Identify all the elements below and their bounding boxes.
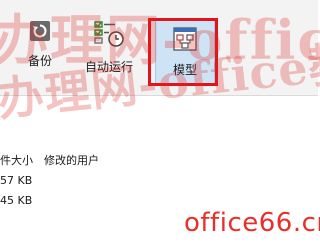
column-header-size[interactable]: 件大小 [0, 152, 33, 168]
column-header-modified-by[interactable]: 修改的用户 [44, 152, 99, 168]
row-size-cell: 57 KB [0, 174, 33, 187]
brand-watermark: office66.cn [184, 208, 320, 238]
row-size-cell: 45 KB [0, 194, 33, 207]
